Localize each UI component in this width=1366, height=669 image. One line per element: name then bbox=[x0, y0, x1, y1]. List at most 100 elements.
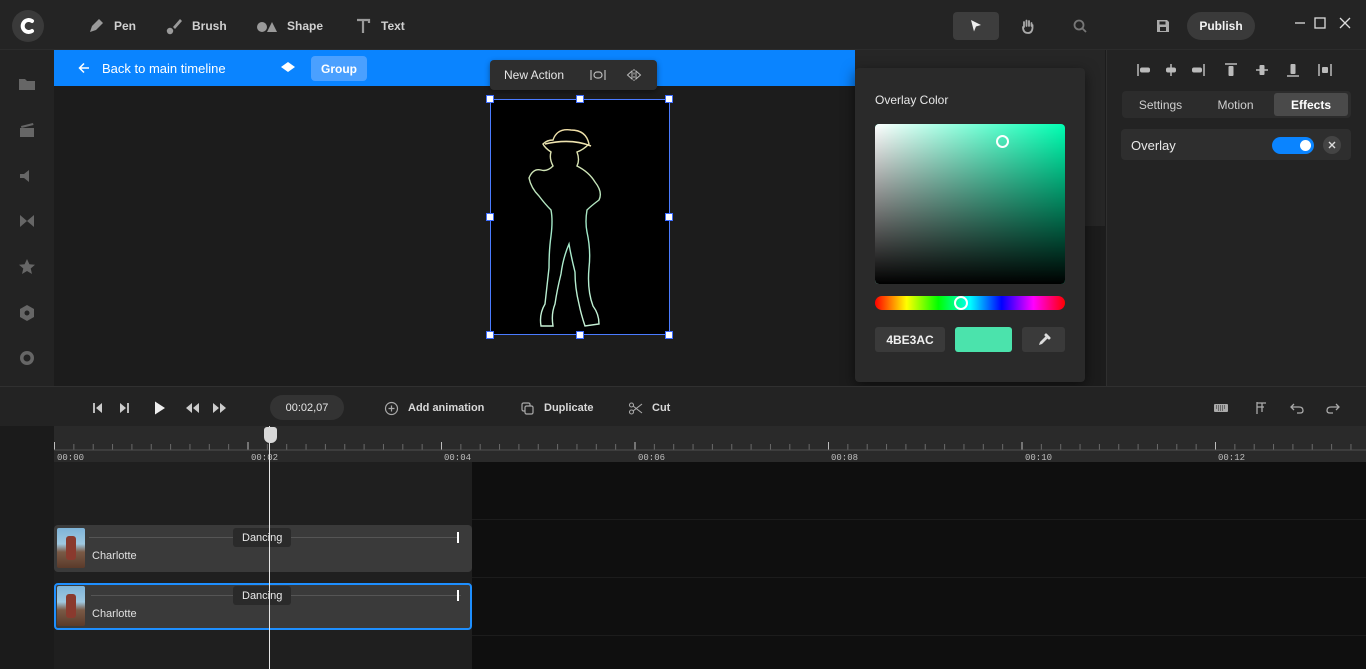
undo-icon[interactable] bbox=[1289, 400, 1305, 416]
align-bottom-icon[interactable] bbox=[1285, 62, 1301, 78]
shape-tool-label: Shape bbox=[287, 19, 324, 33]
color-cursor[interactable] bbox=[996, 135, 1009, 148]
arrow-left-icon bbox=[78, 62, 89, 74]
align-left-icon[interactable] bbox=[1136, 62, 1152, 78]
step-forward-icon[interactable] bbox=[116, 400, 132, 416]
track-row bbox=[54, 636, 472, 669]
plus-circle-icon bbox=[384, 401, 399, 415]
cut-button[interactable]: Cut bbox=[628, 399, 670, 417]
align-middle-icon[interactable] bbox=[1254, 62, 1270, 78]
cut-label: Cut bbox=[652, 402, 671, 414]
star-icon[interactable] bbox=[17, 257, 37, 277]
add-animation-button[interactable]: Add animation bbox=[384, 399, 484, 417]
dancer-silhouette bbox=[528, 129, 602, 327]
skip-to-start-icon[interactable] bbox=[90, 400, 106, 416]
add-animation-label: Add animation bbox=[408, 402, 485, 414]
clip-thumbnail bbox=[57, 528, 85, 568]
hand-tool-button[interactable] bbox=[1005, 12, 1051, 40]
clip-end-marker[interactable] bbox=[457, 590, 459, 601]
clip-thumbnail bbox=[57, 586, 85, 626]
snap-icon[interactable] bbox=[1253, 400, 1269, 416]
maximize-icon[interactable] bbox=[1313, 16, 1327, 30]
tab-settings[interactable]: Settings bbox=[1124, 93, 1197, 116]
resize-handle[interactable] bbox=[665, 331, 673, 339]
folder-icon[interactable] bbox=[17, 74, 37, 94]
eyedropper-button[interactable] bbox=[1022, 327, 1065, 352]
resize-handle[interactable] bbox=[576, 331, 584, 339]
hand-icon bbox=[1022, 19, 1034, 34]
duplicate-button[interactable]: Duplicate bbox=[520, 399, 594, 417]
black-gradient-layer bbox=[875, 124, 1065, 284]
align-right-icon[interactable] bbox=[1190, 62, 1206, 78]
track-divider bbox=[472, 577, 1366, 578]
text-tool-button[interactable]: Text bbox=[353, 14, 405, 38]
clip-name: Charlotte bbox=[92, 550, 137, 562]
color-picker-title: Overlay Color bbox=[875, 93, 949, 107]
resize-handle[interactable] bbox=[665, 95, 673, 103]
plugins-icon[interactable] bbox=[17, 303, 37, 323]
track-divider bbox=[472, 519, 1366, 520]
fast-forward-icon[interactable] bbox=[212, 400, 228, 416]
save-button[interactable] bbox=[1140, 12, 1186, 40]
time-ruler[interactable]: 00:00 00:02 00:04 00:06 00:08 00:10 00:1… bbox=[54, 426, 1366, 463]
remove-overlay-button[interactable] bbox=[1323, 136, 1341, 154]
logo-icon bbox=[20, 18, 34, 34]
resize-handle[interactable] bbox=[486, 95, 494, 103]
minimize-icon[interactable] bbox=[1293, 16, 1307, 30]
select-tool-button[interactable] bbox=[953, 12, 999, 40]
zoom-tool-button[interactable] bbox=[1057, 12, 1103, 40]
redo-icon[interactable] bbox=[1325, 400, 1341, 416]
distribute-icon[interactable] bbox=[1317, 62, 1333, 78]
brush-tool-label: Brush bbox=[192, 19, 227, 33]
resize-handle[interactable] bbox=[486, 331, 494, 339]
tab-motion[interactable]: Motion bbox=[1199, 93, 1272, 116]
rewind-icon[interactable] bbox=[184, 400, 200, 416]
selected-character-frame[interactable] bbox=[486, 95, 673, 339]
playhead-handle[interactable] bbox=[264, 427, 277, 443]
app-logo[interactable] bbox=[12, 10, 44, 42]
text-tool-label: Text bbox=[381, 19, 405, 33]
new-action-button[interactable]: New Action bbox=[504, 68, 564, 82]
overlay-color-picker: Overlay Color 4BE3AC bbox=[855, 68, 1085, 382]
brush-tool-button[interactable]: Brush bbox=[164, 14, 227, 38]
scissors-icon bbox=[628, 401, 643, 415]
pen-tool-label: Pen bbox=[114, 19, 137, 33]
transitions-icon[interactable] bbox=[17, 211, 37, 231]
keyboard-icon[interactable] bbox=[1213, 400, 1229, 416]
timeline-gutter bbox=[0, 426, 54, 669]
group-label[interactable]: Group bbox=[311, 56, 367, 81]
overlay-toggle[interactable] bbox=[1272, 137, 1314, 154]
hex-input[interactable]: 4BE3AC bbox=[875, 327, 945, 352]
resize-handle[interactable] bbox=[486, 213, 494, 221]
action-tag-dancing[interactable]: Dancing bbox=[233, 528, 292, 547]
cursor-icon bbox=[971, 20, 981, 32]
close-window-icon[interactable] bbox=[1338, 16, 1352, 30]
clip-end-marker[interactable] bbox=[457, 532, 459, 543]
timeline-toolbar: 00:02,07 Add animation Duplicate Cut bbox=[0, 386, 1366, 426]
resize-handle[interactable] bbox=[665, 213, 673, 221]
play-icon[interactable] bbox=[150, 399, 168, 417]
track-divider bbox=[472, 635, 1366, 636]
align-top-icon[interactable] bbox=[1223, 62, 1239, 78]
hue-slider-handle[interactable] bbox=[953, 296, 968, 310]
tab-effects[interactable]: Effects bbox=[1274, 93, 1348, 116]
audio-icon[interactable] bbox=[17, 166, 37, 186]
action-tag-dancing[interactable]: Dancing bbox=[233, 586, 292, 605]
shape-tool-button[interactable]: Shape bbox=[255, 14, 323, 38]
flip-horizontal-icon[interactable] bbox=[626, 68, 642, 82]
hue-slider[interactable] bbox=[875, 296, 1065, 310]
resize-handle[interactable] bbox=[576, 95, 584, 103]
toggle-knob bbox=[1300, 140, 1311, 151]
scenes-icon[interactable] bbox=[17, 120, 37, 140]
group-breadcrumb-bar: Back to main timeline Group bbox=[54, 50, 855, 86]
timecode-display[interactable]: 00:02,07 bbox=[270, 395, 344, 420]
back-to-main-timeline-link[interactable]: Back to main timeline bbox=[78, 50, 226, 86]
pen-tool-button[interactable]: Pen bbox=[86, 14, 136, 38]
align-center-horizontal-icon[interactable] bbox=[1163, 62, 1179, 78]
fit-width-icon[interactable] bbox=[590, 68, 606, 82]
saturation-value-area[interactable] bbox=[875, 124, 1065, 284]
publish-button[interactable]: Publish bbox=[1187, 12, 1255, 40]
left-sidebar bbox=[0, 50, 54, 386]
overlay-label: Overlay bbox=[1131, 138, 1176, 153]
record-icon[interactable] bbox=[17, 348, 37, 368]
